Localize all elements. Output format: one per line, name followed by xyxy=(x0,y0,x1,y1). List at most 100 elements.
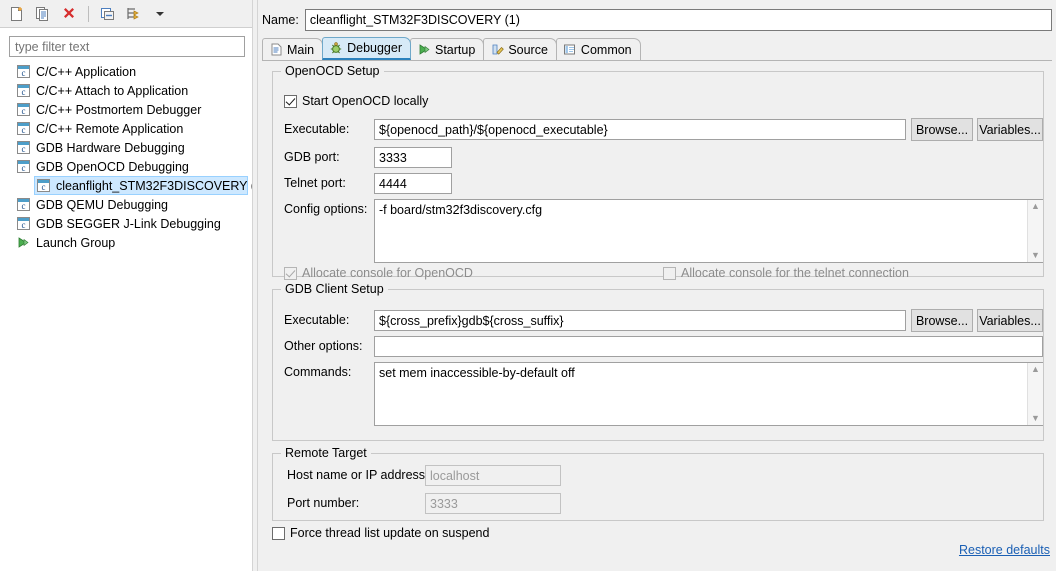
c-config-icon: c xyxy=(17,84,30,97)
start-openocd-locally-checkbox[interactable] xyxy=(284,95,297,108)
openocd-setup-title: OpenOCD Setup xyxy=(281,64,384,78)
launch-config-tree-panel: c C/C++ Application c C/C++ Attach to Appli… xyxy=(0,0,252,571)
bug-icon xyxy=(329,41,343,55)
tree-item-label: C/C++ Application xyxy=(36,65,136,79)
tree-item[interactable]: c GDB QEMU Debugging xyxy=(9,195,252,214)
tab-main[interactable]: Main xyxy=(262,38,323,60)
tree-item[interactable]: Launch Group xyxy=(9,233,252,252)
tree-item[interactable]: cGDB OpenOCD Debugging xyxy=(9,157,252,176)
openocd-executable-label: Executable: xyxy=(284,122,349,136)
source-lookup-icon xyxy=(490,43,504,57)
c-config-icon: c xyxy=(17,103,30,116)
c-config-icon: c xyxy=(17,198,30,211)
tree-toolbar xyxy=(0,0,252,28)
tree-item-label: C/C++ Postmortem Debugger xyxy=(36,103,201,117)
force-thread-update-checkbox[interactable] xyxy=(272,527,285,540)
collapse-all-icon[interactable] xyxy=(97,3,119,25)
c-config-icon: c xyxy=(17,122,30,135)
tree-item-label: GDB OpenOCD Debugging xyxy=(36,160,189,174)
openocd-executable-input[interactable] xyxy=(374,119,906,140)
remote-target-title: Remote Target xyxy=(281,446,371,460)
gdb-executable-label: Executable: xyxy=(284,313,349,327)
play-icon xyxy=(417,43,431,57)
gdb-client-setup-title: GDB Client Setup xyxy=(281,282,388,296)
tree-item[interactable]: c C/C++ Application xyxy=(9,62,252,81)
allocate-console-openocd-label: Allocate console for OpenOCD xyxy=(302,266,473,280)
tab-common[interactable]: Common xyxy=(556,38,641,60)
openocd-browse-button[interactable]: Browse... xyxy=(911,118,973,141)
start-openocd-locally-row[interactable]: Start OpenOCD locally xyxy=(284,94,428,108)
allocate-console-telnet-checkbox xyxy=(663,267,676,280)
gdb-executable-input[interactable] xyxy=(374,310,906,331)
tree-item[interactable]: cGDB Hardware Debugging xyxy=(9,138,252,157)
gdb-variables-button[interactable]: Variables... xyxy=(977,309,1043,332)
common-icon xyxy=(563,43,577,57)
tree-item-label: C/C++ Attach to Application xyxy=(36,84,188,98)
launch-group-icon xyxy=(17,236,30,249)
new-config-icon[interactable] xyxy=(6,3,28,25)
gdb-port-input[interactable] xyxy=(374,147,452,168)
filter-icon[interactable] xyxy=(123,3,145,25)
c-config-icon: c xyxy=(17,65,30,78)
gdb-port-label: GDB port: xyxy=(284,150,340,164)
launch-config-tree[interactable]: c C/C++ Application c C/C++ Attach to Appli… xyxy=(9,62,252,562)
config-options-scrollbar[interactable]: ▲ ▼ xyxy=(1027,200,1043,262)
tab-label: Debugger xyxy=(347,41,402,55)
filter-input[interactable] xyxy=(9,36,245,57)
scroll-down-arrow[interactable]: ▼ xyxy=(1031,251,1040,260)
name-row: Name: xyxy=(262,8,1052,32)
port-number-input[interactable] xyxy=(425,493,561,514)
config-name-input[interactable] xyxy=(305,9,1052,31)
commands-textarea[interactable] xyxy=(374,362,1043,426)
port-number-label: Port number: xyxy=(287,496,359,510)
duplicate-icon[interactable] xyxy=(32,3,54,25)
commands-scrollbar[interactable]: ▲ ▼ xyxy=(1027,363,1043,425)
commands-label: Commands: xyxy=(284,365,351,379)
host-name-label: Host name or IP address: xyxy=(287,468,429,482)
allocate-console-telnet-row: Allocate console for the telnet connecti… xyxy=(663,266,909,280)
openocd-setup-group: OpenOCD Setup Start OpenOCD locally Exec… xyxy=(272,71,1044,277)
tab-startup[interactable]: Startup xyxy=(410,38,484,60)
tab-debugger[interactable]: Debugger xyxy=(322,37,411,60)
tree-item[interactable]: cC/C++ Remote Application xyxy=(9,119,252,138)
tab-label: Startup xyxy=(435,43,475,57)
debugger-tab-page: OpenOCD Setup Start OpenOCD locally Exec… xyxy=(262,61,1052,567)
chevron-down-icon[interactable] xyxy=(149,3,171,25)
tree-item-label: cleanflight_STM32F3DISCOVERY (1) xyxy=(56,179,252,193)
scroll-down-arrow[interactable]: ▼ xyxy=(1031,414,1040,423)
tree-item-label: GDB SEGGER J-Link Debugging xyxy=(36,217,221,231)
telnet-port-input[interactable] xyxy=(374,173,452,194)
gdb-browse-button[interactable]: Browse... xyxy=(911,309,973,332)
remote-target-group: Remote Target Host name or IP address: P… xyxy=(272,453,1044,521)
openocd-variables-button[interactable]: Variables... xyxy=(977,118,1043,141)
document-icon xyxy=(269,43,283,57)
tab-label: Main xyxy=(287,43,314,57)
c-config-icon: c xyxy=(37,179,50,192)
scroll-up-arrow[interactable]: ▲ xyxy=(1031,365,1040,374)
delete-icon[interactable] xyxy=(58,3,80,25)
tree-item[interactable]: ccleanflight_STM32F3DISCOVERY (1) xyxy=(34,176,248,195)
gdb-client-setup-group: GDB Client Setup Executable: Browse... V… xyxy=(272,289,1044,441)
config-options-label: Config options: xyxy=(284,202,367,216)
other-options-input[interactable] xyxy=(374,336,1043,357)
c-config-icon: c xyxy=(17,217,30,230)
tree-item-label: GDB QEMU Debugging xyxy=(36,198,168,212)
tree-item-label: Launch Group xyxy=(36,236,115,250)
telnet-port-label: Telnet port: xyxy=(284,176,346,190)
host-name-input[interactable] xyxy=(425,465,561,486)
tree-item[interactable]: c GDB SEGGER J-Link Debugging xyxy=(9,214,252,233)
tree-item[interactable]: c C/C++ Postmortem Debugger xyxy=(9,100,252,119)
tab-bar: Main Debugger Startup Source Common xyxy=(262,38,1052,61)
tree-item-label: GDB Hardware Debugging xyxy=(36,141,185,155)
scroll-up-arrow[interactable]: ▲ xyxy=(1031,202,1040,211)
tree-item[interactable]: c C/C++ Attach to Application xyxy=(9,81,252,100)
other-options-label: Other options: xyxy=(284,339,363,353)
force-thread-update-row[interactable]: Force thread list update on suspend xyxy=(272,526,489,540)
name-label: Name: xyxy=(262,13,299,27)
restore-defaults-link[interactable]: Restore defaults xyxy=(959,543,1050,557)
tab-label: Source xyxy=(508,43,548,57)
config-options-textarea[interactable] xyxy=(374,199,1043,263)
tab-source[interactable]: Source xyxy=(483,38,557,60)
force-thread-update-label: Force thread list update on suspend xyxy=(290,526,489,540)
start-openocd-locally-label: Start OpenOCD locally xyxy=(302,94,428,108)
